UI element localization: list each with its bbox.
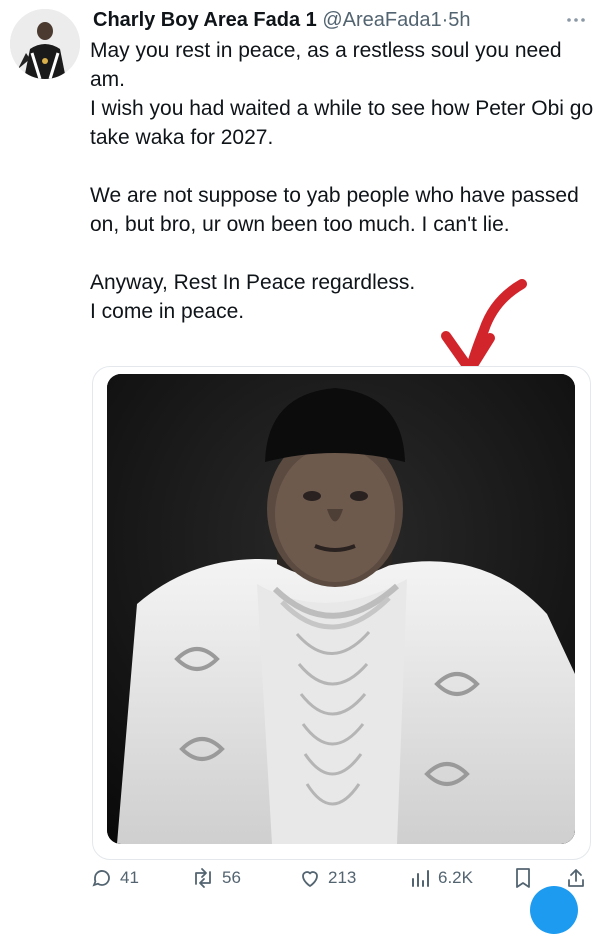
reply-count: 41 — [120, 868, 139, 887]
share-icon — [568, 869, 584, 887]
bookmark-button[interactable] — [512, 864, 534, 892]
avatar-image — [10, 9, 80, 79]
timestamp[interactable]: 5h — [448, 9, 470, 31]
compose-button[interactable] — [530, 886, 578, 934]
share-button[interactable] — [564, 864, 588, 892]
tweet-photo[interactable] — [107, 374, 575, 844]
views-count: 6.2K — [438, 868, 473, 887]
tweet-header: Charly Boy Area Fada 1 @AreaFada1·5h — [93, 6, 583, 36]
like-button[interactable]: 213 — [298, 864, 356, 892]
repost-count: 56 — [222, 868, 241, 887]
tweet-line: We are not suppose to yab people who hav… — [90, 184, 579, 236]
avatar[interactable] — [10, 9, 80, 79]
repost-button[interactable]: 56 — [190, 864, 241, 892]
bookmark-icon — [516, 868, 530, 888]
views-button[interactable]: 6.2K — [408, 864, 473, 892]
like-count: 213 — [328, 868, 357, 887]
reply-button[interactable]: 41 — [90, 864, 139, 892]
tweet-line: May you rest in peace, as a restless sou… — [90, 39, 562, 91]
repost-icon — [195, 868, 211, 888]
author-handle[interactable]: @AreaFada1 — [322, 9, 441, 31]
author-name[interactable]: Charly Boy Area Fada 1 — [93, 9, 317, 31]
heart-icon — [302, 871, 318, 887]
tweet-line: I wish you had waited a while to see how… — [90, 97, 594, 149]
portrait-image — [107, 374, 575, 844]
tweet-actions: 41 56 213 6.2K — [90, 860, 595, 896]
views-icon — [412, 870, 429, 887]
reply-icon — [92, 870, 110, 887]
more-icon[interactable] — [565, 12, 587, 22]
